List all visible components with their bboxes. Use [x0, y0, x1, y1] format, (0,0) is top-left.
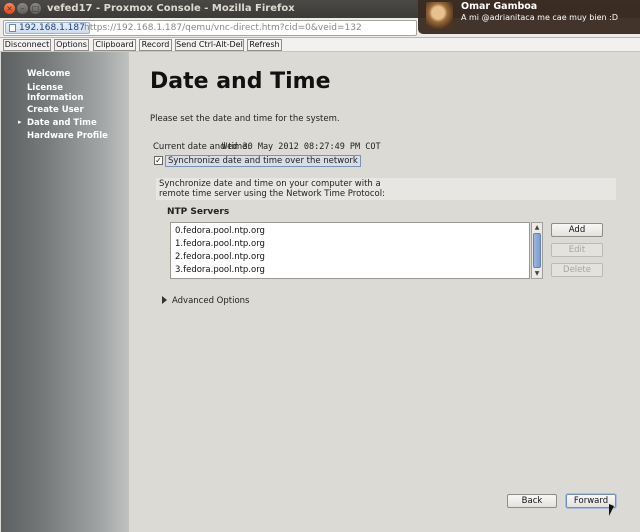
clipboard-button[interactable]: Clipboard: [93, 39, 136, 51]
sync-network-checkbox[interactable]: ✓: [154, 156, 163, 165]
ntp-servers-label: NTP Servers: [167, 207, 230, 217]
url-text[interactable]: https://192.168.1.187/qemu/vnc-direct.ht…: [84, 23, 362, 33]
firstboot-screen: Welcome License Information Create User …: [1, 52, 638, 532]
window-minimize-button[interactable]: –: [17, 3, 28, 14]
advanced-options-label: Advanced Options: [172, 296, 250, 306]
scroll-down-arrow-icon[interactable]: ▼: [533, 270, 541, 277]
mouse-pointer-icon: [609, 504, 614, 516]
ntp-description-line-2: remote time server using the Network Tim…: [159, 189, 385, 199]
ntp-servers-list[interactable]: 0.fedora.pool.ntp.org 1.fedora.pool.ntp.…: [170, 222, 530, 279]
refresh-button[interactable]: Refresh: [247, 39, 282, 51]
delete-server-button[interactable]: Delete: [551, 263, 603, 277]
sidebar-item-hardware-profile: Hardware Profile: [27, 131, 108, 141]
url-field[interactable]: 192.168.1.187 https://192.168.1.187/qemu…: [3, 20, 417, 36]
window-title: vefed17 - Proxmox Console - Mozilla Fire…: [47, 3, 295, 14]
sidebar-item-license-information: License Information: [27, 83, 84, 103]
window-close-button[interactable]: ×: [4, 3, 15, 14]
avatar: [426, 2, 453, 29]
current-step-arrow-icon: ▸: [18, 118, 22, 126]
console-toolbar: Disconnect Options Clipboard Record Send…: [0, 38, 640, 52]
ntp-description: Synchronize date and time on your comput…: [156, 178, 616, 200]
notification-bubble: Omar Gamboa A mi @adrianitaca me cae muy…: [418, 0, 640, 34]
site-identity-label: 192.168.1.187: [19, 23, 85, 33]
page-icon: [9, 24, 16, 32]
window-maximize-button[interactable]: □: [30, 3, 41, 14]
add-server-button[interactable]: Add: [551, 223, 603, 237]
intro-text: Please set the date and time for the sys…: [150, 114, 340, 124]
page-title: Date and Time: [150, 69, 331, 94]
list-item[interactable]: 2.fedora.pool.ntp.org: [175, 252, 265, 262]
expander-arrow-icon: [162, 296, 167, 304]
steps-sidebar: Welcome License Information Create User …: [1, 52, 129, 532]
site-identity-button[interactable]: 192.168.1.187: [5, 22, 90, 34]
back-button[interactable]: Back: [507, 494, 557, 508]
list-item[interactable]: 3.fedora.pool.ntp.org: [175, 265, 265, 275]
edit-server-button[interactable]: Edit: [551, 243, 603, 257]
ntp-list-scrollbar[interactable]: ▲ ▼: [531, 222, 543, 279]
sidebar-item-welcome: Welcome: [27, 69, 71, 79]
record-button[interactable]: Record: [139, 39, 172, 51]
notification-message: A mi @adrianitaca me cae muy bien :D: [461, 13, 618, 22]
send-ctrl-alt-del-button[interactable]: Send Ctrl-Alt-Del: [175, 39, 244, 51]
current-datetime-value: Wed 30 May 2012 08:27:49 PM COT: [222, 142, 381, 152]
scroll-up-arrow-icon[interactable]: ▲: [533, 224, 541, 231]
ntp-description-line-1: Synchronize date and time on your comput…: [159, 179, 381, 189]
list-item[interactable]: 1.fedora.pool.ntp.org: [175, 239, 265, 249]
options-button[interactable]: Options: [54, 39, 89, 51]
sidebar-item-date-and-time: Date and Time: [27, 118, 97, 128]
notification-sender: Omar Gamboa: [461, 1, 538, 12]
advanced-options-expander[interactable]: Advanced Options: [162, 296, 249, 306]
list-item[interactable]: 0.fedora.pool.ntp.org: [175, 226, 265, 236]
sync-network-label[interactable]: Synchronize date and time over the netwo…: [165, 155, 361, 167]
scrollbar-thumb[interactable]: [533, 233, 541, 268]
disconnect-button[interactable]: Disconnect: [3, 39, 51, 51]
sidebar-item-create-user: Create User: [27, 105, 84, 115]
